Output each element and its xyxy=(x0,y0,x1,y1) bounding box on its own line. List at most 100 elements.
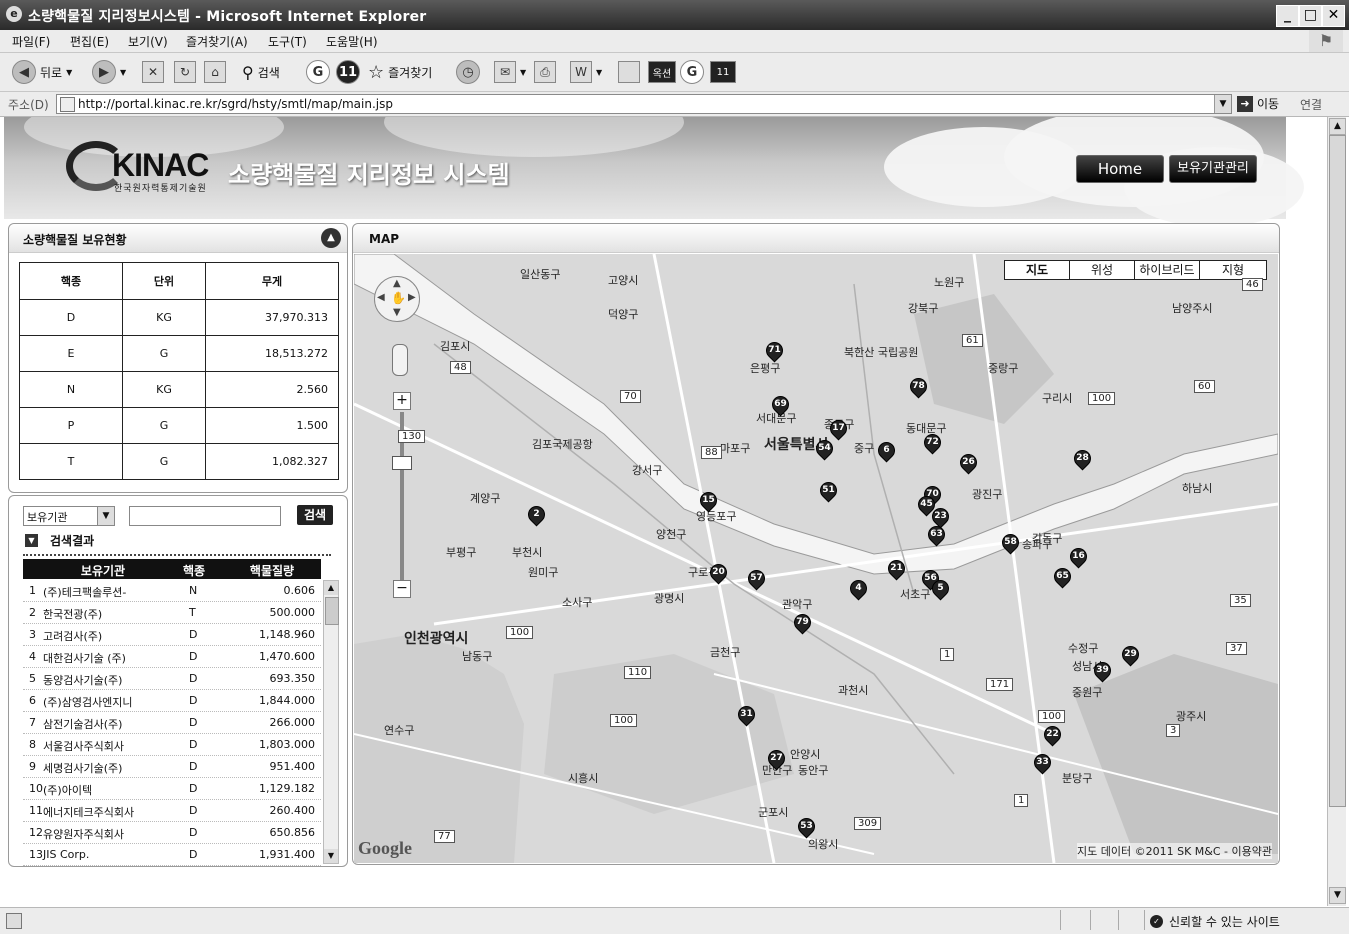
print-icon[interactable]: ⎙ xyxy=(534,61,556,83)
scroll-down-icon[interactable]: ▼ xyxy=(1329,887,1346,904)
note-icon[interactable] xyxy=(618,61,640,83)
result-row[interactable]: 7 삼전기술검사(주) D 266.000 xyxy=(23,712,321,734)
map-type-terrain[interactable]: 지형 xyxy=(1199,260,1267,280)
amount: 1,844.000 xyxy=(259,694,315,707)
manage-institutions-button[interactable]: 보유기관관리 xyxy=(1169,155,1257,183)
search-button[interactable]: ⚲ 검색 xyxy=(242,61,280,83)
menu-view[interactable]: 보기(V) xyxy=(128,33,168,50)
map-place-label: 남양주시 xyxy=(1172,302,1213,315)
result-row[interactable]: 2 한국전광(주) T 500.000 xyxy=(23,602,321,624)
zoom-slider-thumb[interactable] xyxy=(392,456,412,470)
address-dropdown-icon[interactable]: ▼ xyxy=(1214,95,1231,113)
home-button[interactable]: Home xyxy=(1076,155,1164,183)
marker-number: 28 xyxy=(1076,453,1089,463)
institution-name: JIS Corp. xyxy=(43,848,90,861)
pan-up-icon[interactable]: ▲ xyxy=(393,278,401,289)
marker-number: 78 xyxy=(912,381,925,391)
scroll-thumb[interactable] xyxy=(325,597,339,625)
scroll-down-icon[interactable]: ▼ xyxy=(324,849,338,863)
back-button[interactable]: ◀ 뒤로 ▼ xyxy=(12,60,72,84)
pan-down-icon[interactable]: ▼ xyxy=(393,307,401,318)
search-submit-button[interactable]: 검색 xyxy=(297,505,333,525)
road-shield: 100 xyxy=(1038,710,1066,723)
map-place-label: 인천광역시 xyxy=(404,631,469,647)
pan-right-icon[interactable]: ▶ xyxy=(408,292,416,303)
go-button[interactable]: ➜ 이동 xyxy=(1237,95,1279,112)
map-place-label: 송파구 xyxy=(1022,538,1053,551)
map-place-label: 광명시 xyxy=(654,592,685,605)
institution-name: 유양원자주식회사 xyxy=(43,828,124,841)
11st-icon[interactable]: 11 xyxy=(336,60,360,84)
menu-help[interactable]: 도움말(H) xyxy=(326,33,378,50)
mail-icon[interactable]: ✉ xyxy=(494,61,516,83)
pan-left-icon[interactable]: ◀ xyxy=(377,292,385,303)
results-header: 보유기관 핵종 핵물질량 xyxy=(23,559,321,579)
collapse-up-icon[interactable]: ▲ xyxy=(321,228,341,248)
security-zone-label: 신뢰할 수 있는 사이트 xyxy=(1169,915,1280,929)
forward-button[interactable]: ▶ ▼ xyxy=(92,60,126,84)
menu-favorites[interactable]: 즐겨찾기(A) xyxy=(186,33,248,50)
row-number: 11 xyxy=(29,804,43,817)
stop-icon[interactable]: ✕ xyxy=(142,61,164,83)
scroll-up-icon[interactable]: ▲ xyxy=(324,581,338,595)
links-button[interactable]: 연결 xyxy=(1300,96,1322,113)
close-button[interactable]: ✕ xyxy=(1322,5,1345,27)
row-number: 7 xyxy=(29,716,36,729)
security-zone[interactable]: ✓ 신뢰할 수 있는 사이트 xyxy=(1150,913,1280,930)
result-row[interactable]: 8 서울검사주식회사 D 1,803.000 xyxy=(23,734,321,756)
map-panel: MAP 지도 위성 하이브리드 지형 ▲ ◀ ▶ ▼ ✋ + − 일산동구 고양… xyxy=(352,223,1280,865)
result-row[interactable]: 4 대한검사기술 (주) D 1,470.600 xyxy=(23,646,321,668)
marker-number: 69 xyxy=(774,399,787,409)
result-row[interactable]: 13 JIS Corp. D 1,931.400 xyxy=(23,844,321,866)
search-input[interactable] xyxy=(129,506,281,526)
google-icon[interactable]: G xyxy=(306,60,330,84)
result-row[interactable]: 11 에너지테크주식회사 D 260.400 xyxy=(23,800,321,822)
11st-toolbar-icon[interactable]: 11 xyxy=(710,61,736,83)
map-canvas[interactable]: 지도 위성 하이브리드 지형 ▲ ◀ ▶ ▼ ✋ + − 일산동구 고양시 덕양구 김… xyxy=(354,254,1278,863)
amount: 500.000 xyxy=(269,606,316,619)
map-place-label: 구리시 xyxy=(1042,392,1073,405)
menu-tools[interactable]: 도구(T) xyxy=(268,33,307,50)
search-type-select[interactable]: 보유기관 ▼ xyxy=(23,506,115,526)
amount: 0.606 xyxy=(283,584,316,597)
amount: 1,129.182 xyxy=(259,782,315,795)
map-type-map[interactable]: 지도 xyxy=(1004,260,1070,280)
minimize-button[interactable]: _ xyxy=(1276,5,1299,27)
home-icon[interactable]: ⌂ xyxy=(204,61,226,83)
map-credit[interactable]: 지도 데이터 ©2011 SK M&C - 이용약관 xyxy=(1077,843,1272,859)
results-scrollbar[interactable]: ▲ ▼ xyxy=(323,580,339,864)
result-row[interactable]: 1 (주)테크팩솔루션- N 0.606 xyxy=(23,580,321,602)
maximize-button[interactable]: □ xyxy=(1299,5,1322,27)
result-row[interactable]: 10 (주)아이텍 D 1,129.182 xyxy=(23,778,321,800)
page-scroll-thumb[interactable] xyxy=(1329,135,1346,807)
menu-file[interactable]: 파일(F) xyxy=(12,33,50,50)
history-icon[interactable]: ◷ xyxy=(456,60,480,84)
page-scrollbar[interactable]: ▲ ▼ xyxy=(1327,117,1346,906)
result-row[interactable]: 6 (주)삼영검사엔지니 D 1,844.000 xyxy=(23,690,321,712)
edit-word-icon[interactable]: W xyxy=(570,61,592,83)
address-field[interactable]: http://portal.kinac.re.kr/sgrd/hsty/smtl… xyxy=(56,94,1232,114)
status-bar: ✓ 신뢰할 수 있는 사이트 xyxy=(0,907,1349,934)
result-row[interactable]: 9 세명검사기술(주) D 951.400 xyxy=(23,756,321,778)
menu-edit[interactable]: 편집(E) xyxy=(70,33,109,50)
result-row[interactable]: 3 고려검사(주) D 1,148.960 xyxy=(23,624,321,646)
google-icon[interactable]: G xyxy=(680,60,704,84)
refresh-icon[interactable]: ↻ xyxy=(174,61,196,83)
zoom-out-button[interactable]: − xyxy=(393,580,411,598)
result-row[interactable]: 12 유양원자주식회사 D 650.856 xyxy=(23,822,321,844)
auction-icon[interactable]: 옥션 xyxy=(648,61,676,83)
collapse-down-icon[interactable]: ▼ xyxy=(25,534,38,547)
map-place-label: 관악구 xyxy=(782,598,813,611)
street-view-pegman-icon[interactable] xyxy=(392,344,408,376)
pan-control[interactable]: ▲ ◀ ▶ ▼ ✋ xyxy=(374,276,420,322)
favorites-button[interactable]: ☆ 즐겨찾기 xyxy=(368,61,432,83)
map-type-hybrid[interactable]: 하이브리드 xyxy=(1134,260,1200,280)
zoom-in-button[interactable]: + xyxy=(393,392,411,410)
road-shield: 35 xyxy=(1230,594,1251,607)
scroll-up-icon[interactable]: ▲ xyxy=(1329,118,1346,135)
address-url[interactable]: http://portal.kinac.re.kr/sgrd/hsty/smtl… xyxy=(78,97,393,111)
weight-cell: 37,970.313 xyxy=(205,299,339,336)
result-row[interactable]: 5 동양검사기술(주) D 693.350 xyxy=(23,668,321,690)
map-type-satellite[interactable]: 위성 xyxy=(1069,260,1135,280)
marker-number: 57 xyxy=(750,573,763,583)
